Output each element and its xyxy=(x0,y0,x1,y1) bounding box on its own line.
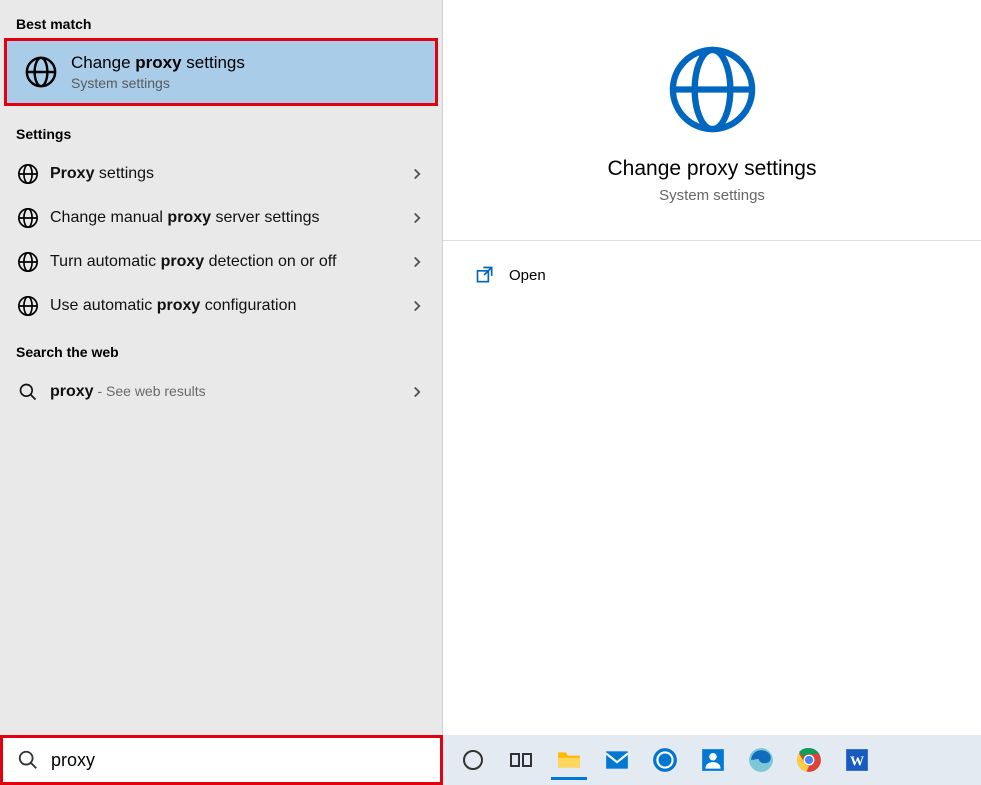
file-explorer-icon[interactable] xyxy=(547,740,591,780)
settings-result-label: Change manual proxy server settings xyxy=(50,208,408,229)
settings-result[interactable]: Change manual proxy server settings xyxy=(0,196,442,240)
contacts-icon[interactable] xyxy=(691,740,735,780)
settings-result[interactable]: Use automatic proxy configuration xyxy=(0,284,442,328)
divider xyxy=(443,240,981,241)
web-header: Search the web xyxy=(0,328,442,370)
settings-result-label: Turn automatic proxy detection on or off xyxy=(50,252,408,273)
cortana-icon[interactable] xyxy=(451,740,495,780)
open-icon xyxy=(475,265,495,285)
word-icon[interactable]: W xyxy=(835,740,879,780)
best-match-result[interactable]: Change proxy settings System settings xyxy=(4,38,438,106)
globe-icon xyxy=(16,294,40,318)
chevron-right-icon xyxy=(408,297,426,315)
globe-icon xyxy=(16,162,40,186)
search-icon xyxy=(16,380,40,404)
taskbar: W xyxy=(443,735,981,785)
web-result-label: proxy - See web results xyxy=(50,382,408,403)
web-result[interactable]: proxy - See web results xyxy=(0,370,442,414)
settings-result-label: Proxy settings xyxy=(50,164,408,185)
settings-result-label: Use automatic proxy configuration xyxy=(50,296,408,317)
results-panel: Best match Change proxy settings System … xyxy=(0,0,443,735)
search-icon xyxy=(17,749,39,771)
preview-subtitle: System settings xyxy=(659,187,765,204)
best-match-title: Change proxy settings xyxy=(71,53,245,73)
search-bar[interactable] xyxy=(0,735,443,785)
svg-text:W: W xyxy=(850,753,864,769)
search-input[interactable] xyxy=(51,750,426,771)
best-match-header: Best match xyxy=(0,8,442,38)
settings-result[interactable]: Proxy settings xyxy=(0,152,442,196)
chevron-right-icon xyxy=(408,209,426,227)
preview-panel: Change proxy settings System settings Op… xyxy=(443,0,981,735)
globe-icon xyxy=(23,54,59,90)
dell-icon[interactable] xyxy=(643,740,687,780)
best-match-subtitle: System settings xyxy=(71,75,245,91)
chevron-right-icon xyxy=(408,253,426,271)
mail-icon[interactable] xyxy=(595,740,639,780)
open-action[interactable]: Open xyxy=(443,253,981,297)
globe-icon xyxy=(16,206,40,230)
settings-header: Settings xyxy=(0,110,442,152)
chrome-icon[interactable] xyxy=(787,740,831,780)
open-label: Open xyxy=(509,267,546,284)
settings-result[interactable]: Turn automatic proxy detection on or off xyxy=(0,240,442,284)
edge-icon[interactable] xyxy=(739,740,783,780)
chevron-right-icon xyxy=(408,383,426,401)
preview-title: Change proxy settings xyxy=(608,157,817,181)
globe-icon xyxy=(665,42,760,137)
globe-icon xyxy=(16,250,40,274)
task-view-icon[interactable] xyxy=(499,740,543,780)
chevron-right-icon xyxy=(408,165,426,183)
